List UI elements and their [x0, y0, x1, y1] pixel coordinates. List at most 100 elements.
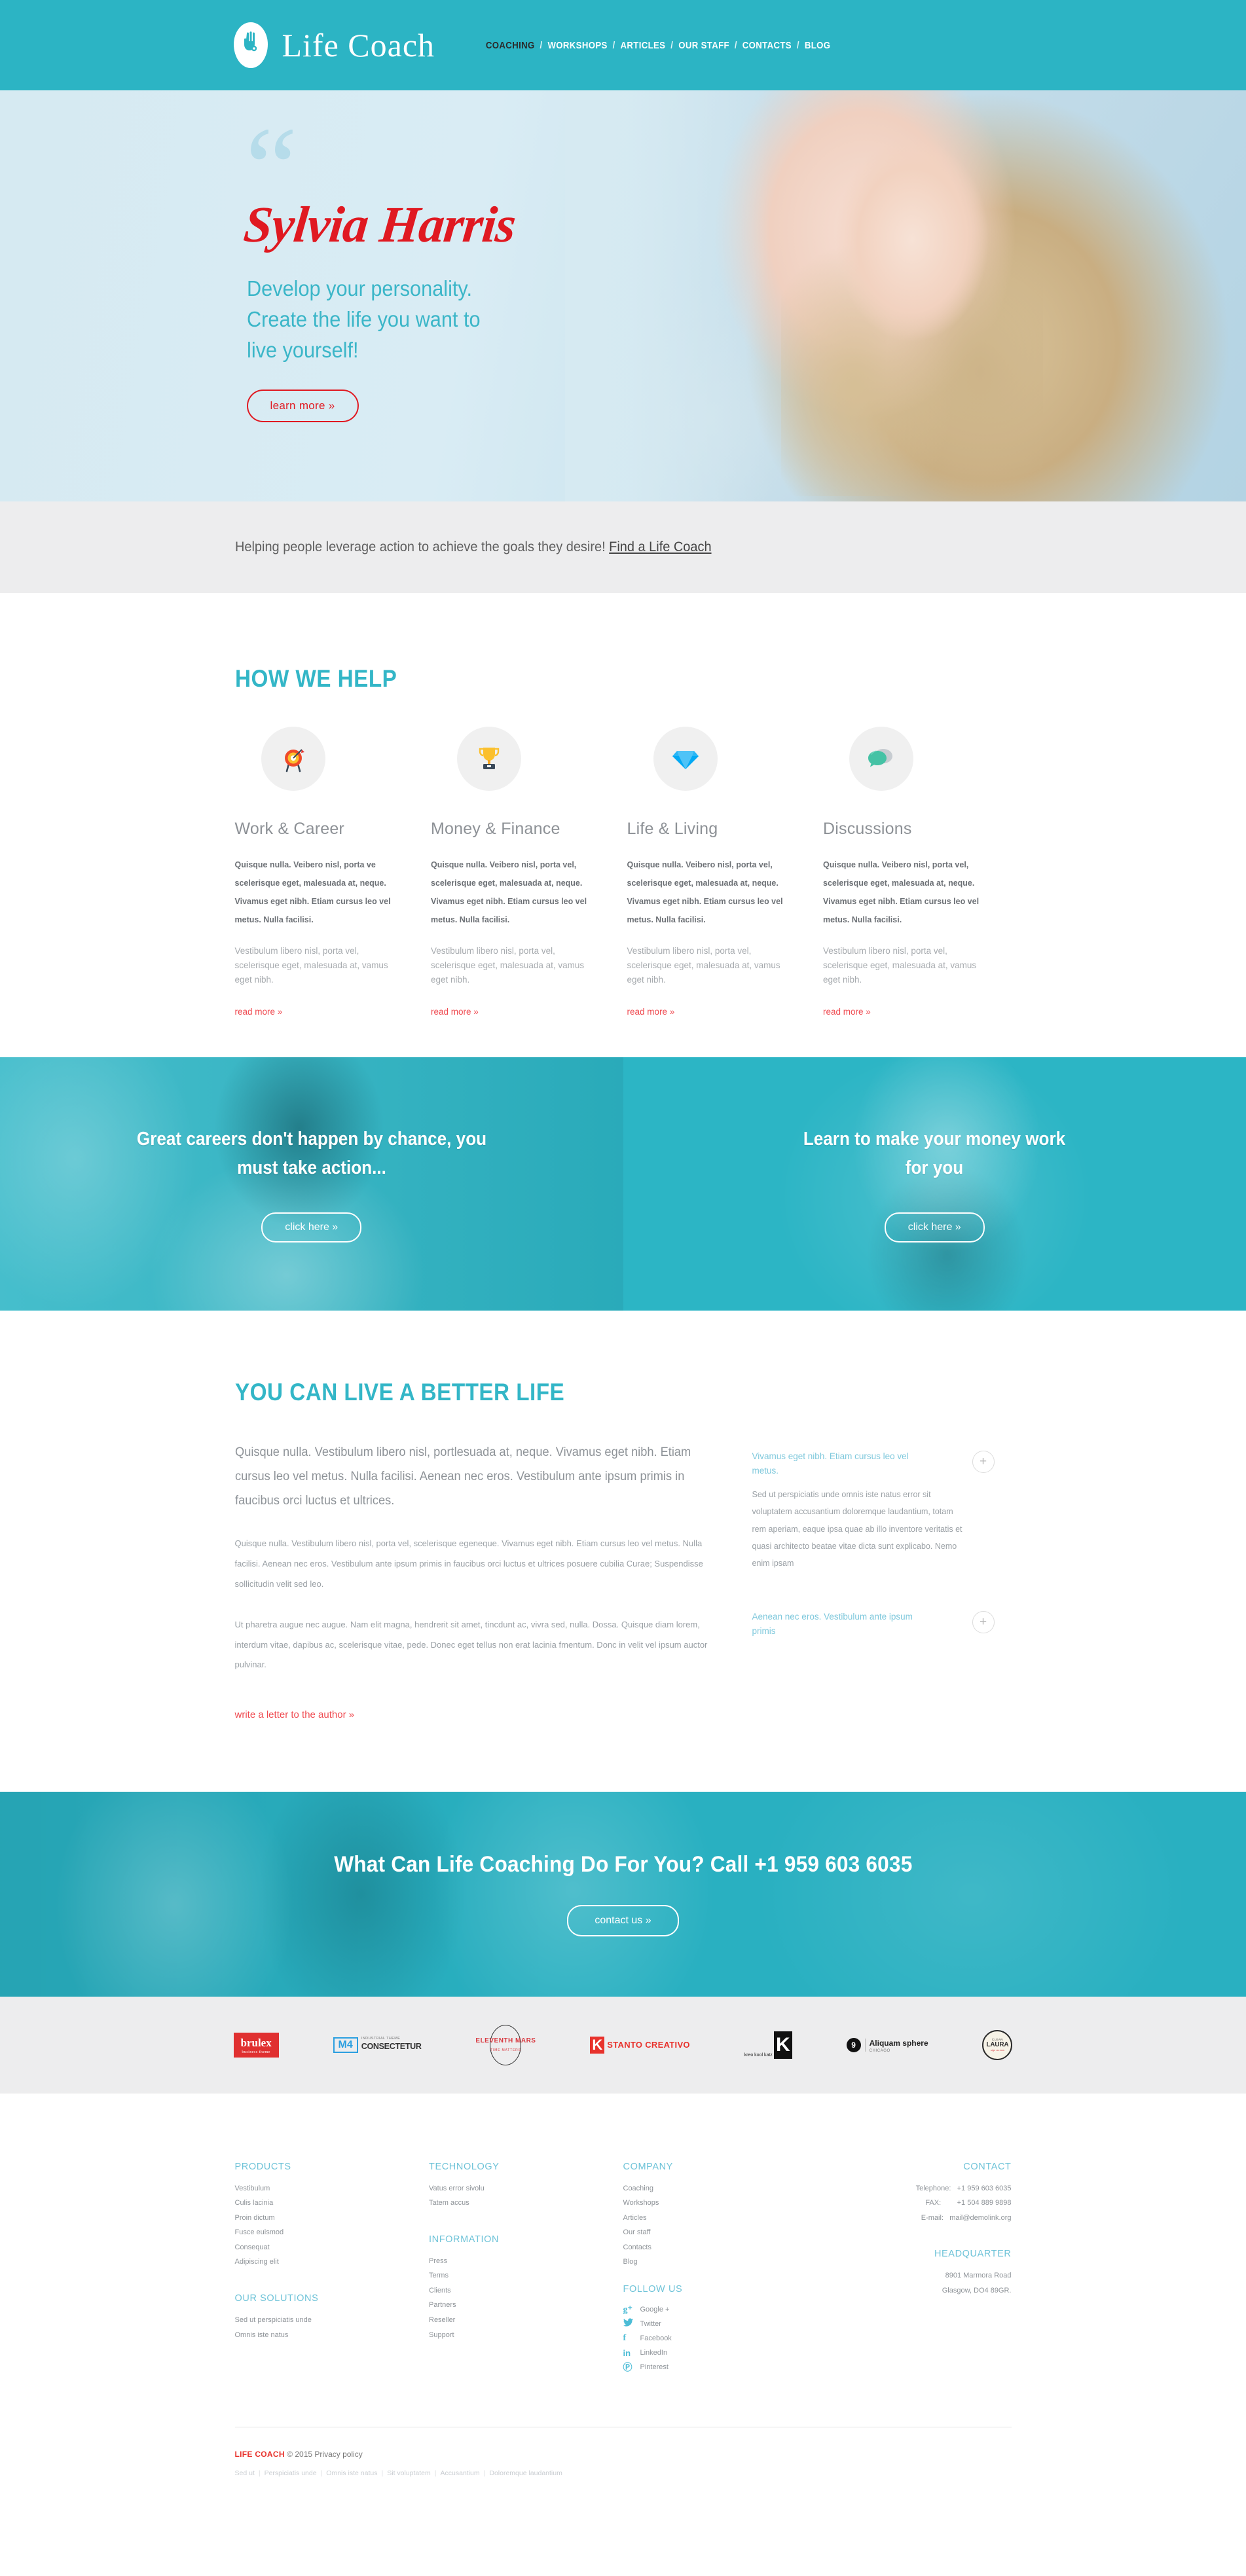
footer-link[interactable]: Culis lacinia	[235, 2196, 430, 2211]
social-link-linkedin[interactable]: in LinkedIn	[623, 2346, 824, 2360]
footer-link[interactable]: Fusce euismod	[235, 2225, 430, 2240]
footer-link[interactable]: Coaching	[623, 2181, 824, 2196]
nav-item-articles[interactable]: ARTICLES	[615, 40, 671, 51]
footer-heading-contact: CONTACT	[963, 2161, 1012, 2172]
footer-link[interactable]: Blog	[623, 2255, 824, 2270]
footer-link[interactable]: Workshops	[623, 2196, 824, 2211]
click-here-button[interactable]: click here »	[884, 1212, 985, 1243]
footer-link[interactable]: Partners	[429, 2298, 623, 2313]
footer-links-information: Press Terms Clients Partners Reseller Su…	[429, 2254, 623, 2342]
social-link-pinterest[interactable]: Ⓟ Pinterest	[623, 2360, 824, 2374]
footer-link[interactable]: Reseller	[429, 2313, 623, 2328]
social-label: Google +	[640, 2306, 670, 2313]
service-card-body-bold: Quisque nulla. Veibero nisl, porta vel, …	[823, 860, 980, 925]
footer-link[interactable]: Sed ut perspiciatis unde	[235, 2313, 430, 2328]
nav-item-coaching[interactable]: COACHING	[481, 40, 540, 51]
footer-link[interactable]: Contacts	[623, 2240, 824, 2255]
partner-logo-clean-laura[interactable]: CLEAN LAURA sign us now	[982, 2029, 1013, 2061]
plus-icon[interactable]: +	[972, 1451, 995, 1474]
partner-logo-brulex[interactable]: brulex business theme	[233, 2029, 279, 2061]
footer-links-products: Vestibulum Culis lacinia Proin dictum Fu…	[235, 2181, 430, 2270]
footer-link[interactable]: Vestibulum	[235, 2181, 430, 2196]
write-a-letter-link[interactable]: write a letter to the author »	[235, 1709, 355, 1720]
footer-link[interactable]: Support	[429, 2328, 623, 2343]
promo-banner-money[interactable]: Learn to make your money work for you cl…	[623, 1057, 1246, 1311]
nav-separator: /	[670, 39, 674, 51]
footer-link[interactable]: Adipiscing elit	[235, 2255, 430, 2270]
service-card[interactable]: Work & Career Quisque nulla. Veibero nis…	[235, 727, 431, 1018]
accordion-item-title: Vivamus eget nibh. Etiam cursus leo vel …	[752, 1451, 909, 1476]
footer-bottom-link[interactable]: Omnis iste natus	[326, 2469, 377, 2477]
footer-link[interactable]: Tatem accus	[429, 2196, 623, 2211]
footer-heading-products: PRODUCTS	[234, 2161, 291, 2172]
hero-name: Sylvia Harris	[240, 196, 518, 253]
how-we-help-section: HOW WE HELP Work & Career Quisque nulla.…	[0, 593, 1246, 1058]
partner-logo-sub-small: INDUSTRIAL THEME	[361, 2037, 401, 2041]
better-life-section: YOU CAN LIVE A BETTER LIFE Quisque nulla…	[0, 1311, 1246, 1792]
footer-link[interactable]: Terms	[429, 2268, 623, 2283]
plus-icon[interactable]: +	[972, 1611, 995, 1634]
footer-bottom-link[interactable]: Sit voluptatem	[387, 2469, 431, 2477]
hero-subtitle-line-2: Create the life you want to	[246, 306, 481, 331]
copyright-line: LIFE COACH © 2015 Privacy policy	[235, 2450, 1012, 2459]
click-here-button[interactable]: click here »	[261, 1212, 362, 1243]
partner-logo-stanto-creativo[interactable]: K STANTO CREATIVO	[590, 2029, 690, 2061]
hero-subtitle-line-3: live yourself!	[246, 337, 359, 362]
site-footer: PRODUCTS Vestibulum Culis lacinia Proin …	[0, 2093, 1246, 2516]
footer-link[interactable]: Our staff	[623, 2225, 824, 2240]
read-more-link[interactable]: read more »	[235, 1007, 283, 1017]
chat-bubbles-icon	[849, 727, 913, 791]
footer-link[interactable]: Omnis iste natus	[235, 2328, 430, 2343]
partner-logo-name: ELEVENTH MARS	[475, 2037, 536, 2045]
nav-item-blog[interactable]: BLOG	[799, 40, 835, 51]
contact-value-email[interactable]: mail@demolink.org	[949, 2214, 1011, 2222]
footer-link[interactable]: Vatus error sivolu	[429, 2181, 623, 2196]
read-more-link[interactable]: read more »	[823, 1007, 871, 1017]
footer-column-contact: CONTACT Telephone: +1 959 603 6035 FAX: …	[824, 2162, 1012, 2374]
nav-item-workshops[interactable]: WORKSHOPS	[543, 40, 613, 51]
accordion-item[interactable]: Aenean nec eros. Vestibulum ante ipsum p…	[752, 1610, 995, 1639]
footer-link[interactable]: Proin dictum	[235, 2211, 430, 2226]
service-card[interactable]: Life & Living Quisque nulla. Veibero nis…	[627, 727, 824, 1018]
footer-link[interactable]: Press	[429, 2254, 623, 2269]
logo-wordmark: Life Coach	[282, 27, 435, 63]
footer-bottom-link[interactable]: Doloremque laudantium	[489, 2469, 562, 2477]
nav-item-contacts[interactable]: CONTACTS	[737, 40, 797, 51]
footer-link[interactable]: Clients	[429, 2283, 623, 2298]
social-label: Facebook	[640, 2334, 672, 2342]
partner-logo-kreo-kool-katz[interactable]: kreo kool katz K	[744, 2029, 792, 2061]
social-links: g⁺ Google + Twitter f Facebook in Linked…	[623, 2302, 824, 2374]
service-card[interactable]: Discussions Quisque nulla. Veibero nisl,…	[823, 727, 1019, 1018]
find-a-life-coach-link[interactable]: Find a Life Coach	[609, 539, 711, 554]
promo-banners: Great careers don't happen by chance, yo…	[0, 1057, 1246, 1311]
accordion-item[interactable]: Vivamus eget nibh. Etiam cursus leo vel …	[752, 1449, 995, 1572]
footer-column-technology: TECHNOLOGY Vatus error sivolu Tatem accu…	[429, 2162, 623, 2374]
footer-bottom-link[interactable]: Sed ut	[235, 2469, 255, 2477]
social-link-twitter[interactable]: Twitter	[623, 2317, 824, 2331]
footer-link[interactable]: Consequat	[235, 2240, 430, 2255]
partner-logo-name: LAURA	[986, 2041, 1009, 2049]
footer-heading-information: INFORMATION	[429, 2234, 500, 2245]
read-more-link[interactable]: read more »	[627, 1007, 675, 1017]
better-life-lead: Quisque nulla. Vestibulum libero nisl, p…	[234, 1445, 691, 1508]
logo[interactable]: Life Coach	[233, 22, 435, 68]
footer-bottom-link[interactable]: Perspiciatis unde	[265, 2469, 317, 2477]
read-more-link[interactable]: read more »	[431, 1007, 479, 1017]
partner-logo-eleventh-mars[interactable]: ELEVENTH MARS TIME MATTERS	[475, 2024, 536, 2065]
footer-bottom-link[interactable]: Accusantium	[441, 2469, 480, 2477]
promo-banner-careers[interactable]: Great careers don't happen by chance, yo…	[0, 1057, 623, 1311]
contact-us-button[interactable]: contact us »	[567, 1904, 679, 1936]
service-card-body-bold: Quisque nulla. Veibero nisl, porta vel, …	[627, 860, 783, 925]
footer-link[interactable]: Articles	[623, 2211, 824, 2226]
footer-bottom-links: Sed ut | Perspiciatis unde | Omnis iste natu…	[234, 2469, 562, 2477]
service-card-title: Life & Living	[627, 820, 718, 838]
partner-logo-aliquam-sphere[interactable]: 9 Aliquam sphere CHICAGO	[846, 2029, 928, 2061]
nav-item-our-staff[interactable]: OUR STAFF	[673, 40, 735, 51]
service-card[interactable]: Money & Finance Quisque nulla. Veibero n…	[431, 727, 627, 1018]
learn-more-button[interactable]: learn more »	[246, 389, 359, 422]
partner-logo-m4-consectetur[interactable]: M4 INDUSTRIAL THEME CONSECTETUR	[333, 2029, 422, 2061]
footer-links-our-solutions: Sed ut perspiciatis unde Omnis iste natu…	[235, 2313, 430, 2342]
privacy-policy-link[interactable]: Privacy policy	[314, 2450, 362, 2459]
social-link-google-plus[interactable]: g⁺ Google +	[623, 2302, 824, 2317]
social-link-facebook[interactable]: f Facebook	[623, 2331, 824, 2346]
